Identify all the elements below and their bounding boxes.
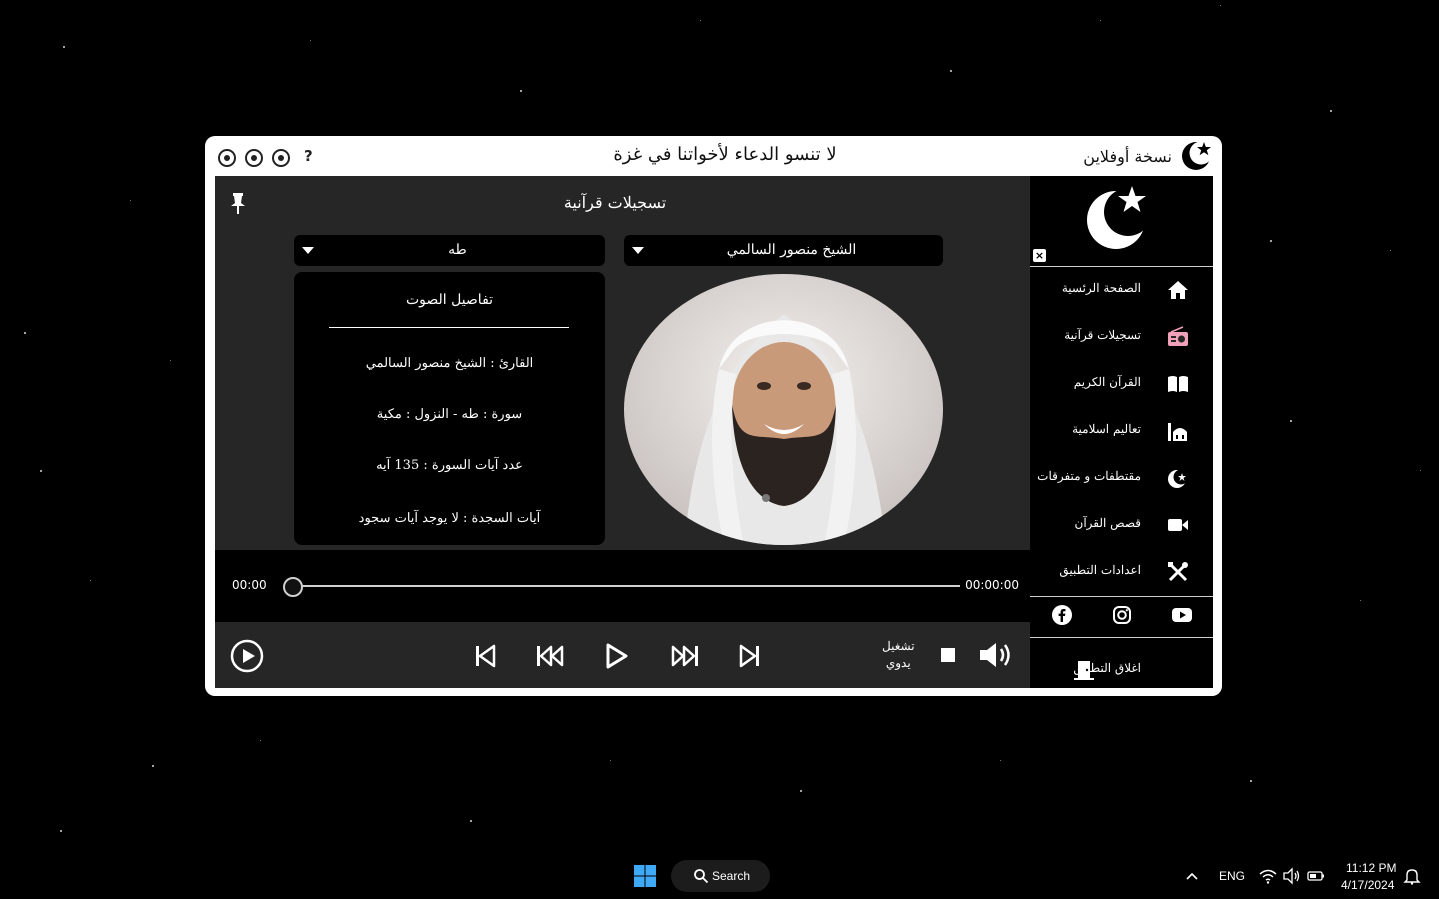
rewind-icon[interactable]: [536, 644, 564, 668]
youtube-icon[interactable]: [1171, 604, 1193, 626]
tools-icon: [1168, 562, 1188, 582]
window-maximize-button[interactable]: [245, 149, 263, 167]
sidebar-item-label: قصص القرآن: [1074, 516, 1142, 530]
crescent-star-logo-icon: [1087, 186, 1152, 249]
seek-track[interactable]: [295, 585, 960, 587]
crescent-icon: [1168, 469, 1189, 488]
language-indicator[interactable]: ENG: [1219, 869, 1245, 883]
sidebar-item-quran[interactable]: القرآن الكريم: [1030, 362, 1213, 406]
current-time: 00:00: [232, 578, 267, 592]
title-bar: ? لا تنسو الدعاء لأخواتنا في غزة نسخة أو…: [205, 136, 1222, 176]
sidebar-item-label: الصفحة الرئسية: [1061, 281, 1141, 295]
stop-icon[interactable]: [940, 647, 956, 663]
detail-sajda: آيات السجدة : لا يوجد آيات سجود: [358, 511, 541, 526]
sidebar-item-recordings[interactable]: تسجيلات قرآنية: [1030, 315, 1213, 359]
sidebar-item-extracts[interactable]: مقتطفات و متفرقات: [1030, 456, 1213, 500]
reciter-select[interactable]: الشيخ منصور السالمي: [624, 235, 943, 266]
progress-section: 00:00 00:00:00: [215, 550, 1030, 622]
surah-select-value: طه: [448, 242, 467, 258]
seek-thumb[interactable]: [283, 577, 303, 597]
help-button[interactable]: ?: [304, 147, 313, 165]
play-icon[interactable]: [605, 643, 629, 669]
taskbar: Search ENG 11:12 PM 4/17/2024: [0, 852, 1439, 899]
search-label: Search: [712, 869, 751, 883]
content-area: تسجيلات قرآنية طه الشيخ منصور السالمي تف…: [215, 176, 1213, 688]
detail-reciter: القارئ : الشيخ منصور السالمي: [365, 356, 534, 371]
play-circle-icon[interactable]: [230, 639, 264, 673]
sidebar-item-label: مقتطفات و متفرقات: [1037, 469, 1141, 483]
clock-date[interactable]: 4/17/2024: [1341, 878, 1394, 892]
skip-to-end-icon[interactable]: [739, 644, 761, 668]
video-icon: [1168, 519, 1188, 531]
app-edition-label: نسخة أوفلاين: [1083, 147, 1172, 166]
divider: [1030, 637, 1213, 638]
divider: [329, 327, 569, 328]
taskbar-search[interactable]: Search: [671, 860, 770, 892]
radio-icon: [1168, 326, 1188, 346]
home-icon: [1168, 281, 1188, 299]
search-icon: [694, 869, 709, 884]
exit-app-button[interactable]: اغلاق التطبيق: [1030, 646, 1213, 686]
app-window: ? لا تنسو الدعاء لأخواتنا في غزة نسخة أو…: [205, 136, 1222, 696]
play-mode-line1: تشغيل: [882, 639, 915, 653]
book-icon: [1168, 376, 1188, 392]
crescent-star-logo-icon: [1182, 141, 1213, 170]
volume-icon[interactable]: [978, 640, 1016, 670]
instagram-icon[interactable]: [1111, 604, 1133, 626]
door-exit-icon: [1074, 661, 1094, 680]
play-mode-line2: يدوي: [885, 656, 911, 670]
audio-details-panel: تفاصيل الصوت القارئ : الشيخ منصور السالم…: [294, 272, 605, 545]
notification-bell-icon[interactable]: [1403, 867, 1421, 885]
window-banner-text: لا تنسو الدعاء لأخواتنا في غزة: [613, 144, 837, 165]
sidebar-item-label: تسجيلات قرآنية: [1064, 328, 1141, 342]
window-minimize-button[interactable]: [272, 149, 290, 167]
total-time: 00:00:00: [965, 578, 1019, 592]
speaker-icon[interactable]: [1283, 867, 1301, 885]
windows-start-icon[interactable]: [633, 864, 657, 888]
detail-ayat-count: عدد آيات السورة : 135 آيه: [376, 458, 523, 473]
sidebar: × الصفحة الرئسية تسجيلات قرآنية القرآن ا…: [1030, 176, 1213, 688]
chevron-down-icon: [632, 247, 644, 254]
reciter-photo: [624, 274, 943, 545]
player-controls: تشغيل يدوي: [215, 622, 1030, 688]
sidebar-item-home[interactable]: الصفحة الرئسية: [1030, 268, 1213, 312]
divider: [1030, 596, 1213, 597]
sidebar-item-label: اعدادات التطبيق: [1059, 563, 1141, 577]
reciter-select-value: الشيخ منصور السالمي: [726, 242, 857, 258]
chevron-up-icon[interactable]: [1184, 868, 1200, 884]
sidebar-close-button[interactable]: ×: [1033, 249, 1046, 262]
chevron-down-icon: [302, 247, 314, 254]
wifi-icon[interactable]: [1259, 867, 1277, 885]
battery-icon[interactable]: [1307, 867, 1325, 885]
fast-forward-icon[interactable]: [671, 644, 699, 668]
surah-select[interactable]: طه: [294, 235, 605, 266]
divider: [1030, 266, 1213, 267]
play-mode-toggle[interactable]: تشغيل يدوي: [882, 638, 915, 672]
pin-icon[interactable]: [229, 192, 247, 214]
skip-to-start-icon[interactable]: [474, 644, 496, 668]
sidebar-item-teachings[interactable]: تعاليم اسلامية: [1030, 409, 1213, 453]
window-close-button[interactable]: [218, 149, 236, 167]
mosque-icon: [1168, 423, 1187, 441]
audio-details-title: تفاصيل الصوت: [405, 292, 494, 308]
facebook-icon[interactable]: [1051, 604, 1073, 626]
sidebar-item-settings[interactable]: اعدادات التطبيق: [1030, 550, 1213, 594]
detail-surah: سورة : طه - النزول : مكية: [376, 407, 523, 422]
sidebar-item-label: القرآن الكريم: [1073, 375, 1141, 389]
sidebar-item-stories[interactable]: قصص القرآن: [1030, 503, 1213, 547]
sidebar-item-label: تعاليم اسلامية: [1072, 422, 1141, 436]
clock-time[interactable]: 11:12 PM: [1346, 861, 1396, 875]
page-title: تسجيلات قرآنية: [563, 193, 667, 212]
